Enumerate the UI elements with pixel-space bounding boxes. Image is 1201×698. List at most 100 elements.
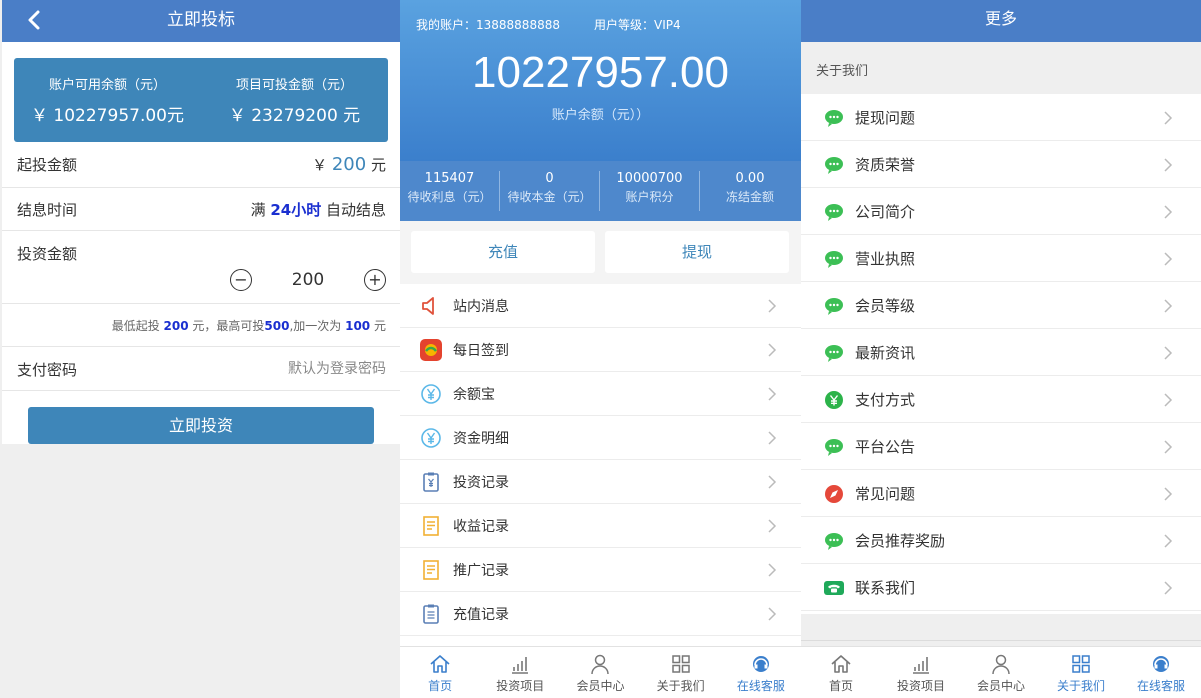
tab-about[interactable]: 关于我们 <box>1041 647 1121 698</box>
bar-chart-icon <box>913 657 929 674</box>
chevron-right-icon <box>1164 534 1173 548</box>
menu-item-faq[interactable]: 常见问题 <box>801 470 1201 517</box>
checkin-icon <box>420 339 442 361</box>
account-tabbar: 首页 投资项目 会员中心 关于我们 在线客服 <box>400 646 801 698</box>
compass-icon <box>825 485 843 503</box>
menu-item-withdraw-faq[interactable]: 提现问题 <box>801 94 1201 141</box>
headset-icon <box>752 656 769 672</box>
menu-item-income-records[interactable]: 收益记录 <box>400 504 801 548</box>
chevron-right-icon <box>1164 346 1173 360</box>
stat-value: 0 <box>545 171 554 186</box>
tab-home[interactable]: 首页 <box>400 647 480 698</box>
user-level: 用户等级：VIP4 <box>594 18 681 32</box>
clipboard-yen-icon <box>423 472 439 492</box>
menu-item-announcements[interactable]: 平台公告 <box>801 423 1201 470</box>
chevron-right-icon <box>768 563 777 577</box>
project-investable: 项目可投金额（元） ￥ 23279200 元 <box>201 58 388 126</box>
chevron-right-icon <box>768 387 777 401</box>
menu-item-contact-us[interactable]: 联系我们 <box>801 564 1201 611</box>
stat-pending-interest: 115407 待收利息（元） <box>400 171 500 211</box>
chevron-right-icon <box>768 343 777 357</box>
menu-item-recharge-records[interactable]: 充值记录 <box>400 592 801 636</box>
hint-text-3: ,加一次为 <box>289 319 346 333</box>
chevron-right-icon <box>768 607 777 621</box>
chevron-right-icon <box>768 431 777 445</box>
tab-label: 会员中心 <box>576 679 625 693</box>
tab-label: 关于我们 <box>656 679 705 693</box>
tab-label: 关于我们 <box>1056 679 1105 693</box>
invest-amount-input[interactable] <box>258 267 358 293</box>
decrease-button[interactable]: − <box>230 269 252 291</box>
menu-item-label: 会员推荐奖励 <box>855 532 946 550</box>
stat-value: 0.00 <box>735 171 765 186</box>
grid-icon <box>1072 655 1090 673</box>
tab-support[interactable]: 在线客服 <box>1121 647 1201 698</box>
invest-amount-stepper: − + <box>228 267 388 293</box>
menu-item-label: 公司简介 <box>855 203 916 221</box>
more-panel: 更多 关于我们 提现问题 资质荣誉 公司简介 营业执照 会员等级 最新资讯 支付… <box>801 0 1201 698</box>
withdraw-button[interactable]: 提现 <box>605 231 789 273</box>
invest-limit-hint: 最低起投 200 元，最高可投500,加一次为 100 元 <box>2 304 400 347</box>
settle-time-label: 结息时间 <box>17 201 78 219</box>
menu-item-label: 提现问题 <box>855 109 916 127</box>
menu-item-referral-rewards[interactable]: 会员推荐奖励 <box>801 517 1201 564</box>
tab-label: 在线客服 <box>1136 679 1185 693</box>
increase-button[interactable]: + <box>364 269 386 291</box>
menu-item-yuebao[interactable]: 余额宝 <box>400 372 801 416</box>
menu-item-referral-records[interactable]: 推广记录 <box>400 548 801 592</box>
tab-home[interactable]: 首页 <box>801 647 881 698</box>
menu-item-member-levels[interactable]: 会员等级 <box>801 282 1201 329</box>
account-stats: 115407 待收利息（元） 0 待收本金（元） 10000700 账户积分 0… <box>400 161 801 221</box>
tab-about[interactable]: 关于我们 <box>641 647 721 698</box>
menu-item-label: 会员等级 <box>855 297 916 315</box>
menu-item-label: 收益记录 <box>453 519 509 535</box>
tab-label: 首页 <box>828 679 853 693</box>
settle-duration: 24小时 <box>270 201 322 219</box>
menu-item-latest-news[interactable]: 最新资讯 <box>801 329 1201 376</box>
chat-bubble-icon <box>825 298 843 315</box>
tab-label: 会员中心 <box>976 679 1025 693</box>
tab-projects[interactable]: 投资项目 <box>881 647 961 698</box>
account-menu: 站内消息 每日签到 余额宝 资金明细 投资记录 收益记录 推广记录 充值记录 <box>400 284 801 646</box>
tab-member[interactable]: 会员中心 <box>961 647 1041 698</box>
bar-chart-icon <box>512 657 529 674</box>
tab-projects[interactable]: 投资项目 <box>480 647 560 698</box>
more-tabbar: 首页 投资项目 会员中心 关于我们 在线客服 <box>801 646 1201 698</box>
headset-icon <box>1153 656 1169 672</box>
stat-caption: 冻结金额 <box>725 190 774 204</box>
menu-item-business-license[interactable]: 营业执照 <box>801 235 1201 282</box>
menu-item-payment-methods[interactable]: 支付方式 <box>801 376 1201 423</box>
menu-item-honors[interactable]: 资质荣誉 <box>801 141 1201 188</box>
menu-item-fund-details[interactable]: 资金明细 <box>400 416 801 460</box>
hint-text-2: 元，最高可投 <box>188 319 265 333</box>
chevron-right-icon <box>768 519 777 533</box>
invest-now-button[interactable]: 立即投资 <box>28 407 374 444</box>
tab-support[interactable]: 在线客服 <box>721 647 801 698</box>
chat-bubble-icon <box>825 110 843 127</box>
menu-item-label: 联系我们 <box>855 579 916 597</box>
menu-item-label: 常见问题 <box>855 485 916 503</box>
menu-item-label: 站内消息 <box>453 299 509 315</box>
recharge-button[interactable]: 充值 <box>411 231 595 273</box>
pay-password-label: 支付密码 <box>17 361 78 379</box>
menu-item-invest-records[interactable]: 投资记录 <box>400 460 801 504</box>
menu-item-company-profile[interactable]: 公司简介 <box>801 188 1201 235</box>
home-icon <box>430 655 450 673</box>
note-icon <box>423 560 439 580</box>
menu-item-checkin[interactable]: 每日签到 <box>400 328 801 372</box>
chevron-right-icon <box>1164 581 1173 595</box>
menu-item-messages[interactable]: 站内消息 <box>400 284 801 328</box>
more-title: 更多 <box>801 0 1201 42</box>
chevron-right-icon <box>1164 111 1173 125</box>
menu-item-label: 资质荣誉 <box>855 156 916 174</box>
settle-suffix: 自动结息 <box>321 201 386 219</box>
menu-item-label: 投资记录 <box>453 475 509 491</box>
settle-time-row: 结息时间 满 24小时 自动结息 <box>2 188 400 231</box>
about-menu: 提现问题 资质荣誉 公司简介 营业执照 会员等级 最新资讯 支付方式 平台公告 … <box>801 94 1201 614</box>
account-number: 我的账户：13888888888 <box>416 18 560 32</box>
stat-frozen: 0.00 冻结金额 <box>700 171 800 211</box>
pay-password-input[interactable] <box>186 357 386 381</box>
tab-label: 首页 <box>428 679 453 693</box>
stat-caption: 待收利息（元） <box>407 190 492 204</box>
tab-member[interactable]: 会员中心 <box>560 647 640 698</box>
